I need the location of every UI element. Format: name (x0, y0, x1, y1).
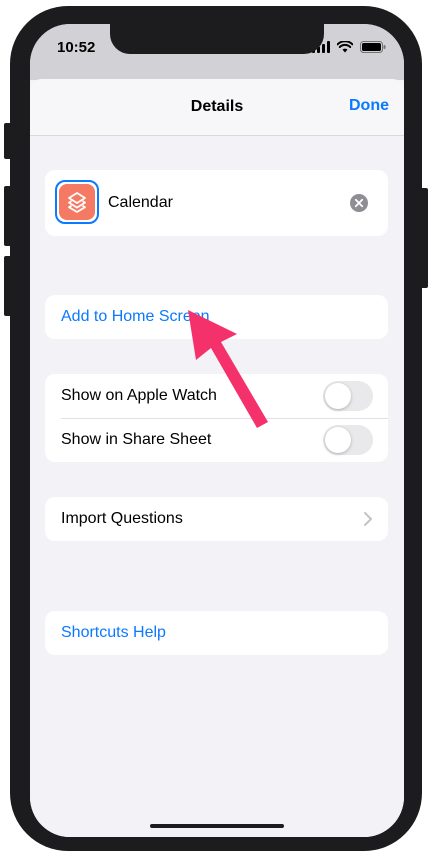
import-questions-row[interactable]: Import Questions (45, 497, 388, 541)
mute-switch (4, 123, 12, 159)
home-indicator (150, 824, 284, 828)
show-on-apple-watch-toggle[interactable] (323, 381, 373, 411)
status-icons (312, 40, 386, 58)
notch (110, 24, 324, 54)
power-button (420, 188, 428, 288)
chevron-right-icon (364, 512, 372, 531)
shortcuts-help-card: Shortcuts Help (45, 611, 388, 655)
nav-bar: Details Done (30, 79, 404, 136)
page-title: Details (190, 98, 244, 115)
details-sheet: Details Done Calendar Add to Home Screen… (30, 79, 404, 837)
toggle-knob (325, 383, 351, 409)
shortcut-name-field[interactable]: Calendar (108, 194, 173, 212)
volume-down-button (4, 256, 12, 316)
annotation-arrow-icon (178, 300, 278, 439)
volume-up-button (4, 186, 12, 246)
import-questions-label: Import Questions (61, 510, 183, 527)
status-time: 10:52 (57, 39, 96, 56)
battery-icon (360, 40, 386, 58)
shortcut-name-card: Calendar (45, 170, 388, 236)
layers-icon (65, 190, 89, 219)
wifi-icon (336, 40, 354, 58)
shortcuts-help-button[interactable]: Shortcuts Help (61, 624, 166, 642)
toggle-knob (325, 427, 351, 453)
clear-icon[interactable] (350, 194, 368, 217)
shortcut-icon-button[interactable] (55, 180, 99, 224)
show-in-share-sheet-toggle[interactable] (323, 425, 373, 455)
done-button[interactable]: Done (349, 97, 389, 115)
